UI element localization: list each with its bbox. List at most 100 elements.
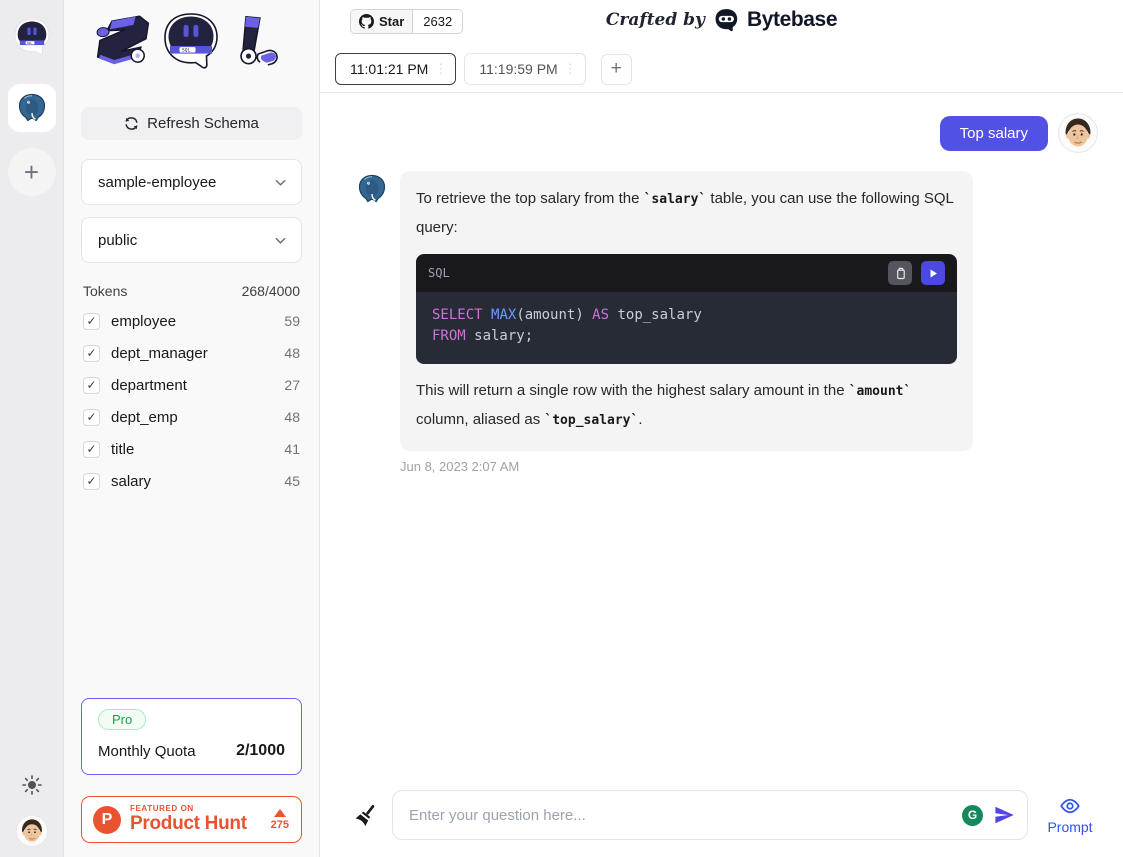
sql-code-block: SQL <box>416 254 957 364</box>
table-row-dept-emp: dept_emp 48 <box>81 401 302 433</box>
featured-on-label: FEATURED ON <box>130 804 247 813</box>
copy-code-button[interactable] <box>888 261 912 285</box>
question-input[interactable] <box>392 790 1028 840</box>
table-checkbox[interactable] <box>83 377 100 394</box>
code-language-label: SQL <box>428 259 450 287</box>
code-block-header: SQL <box>416 254 957 292</box>
table-row-department: department 27 <box>81 369 302 401</box>
crafted-by-text: Crafted by <box>606 10 705 30</box>
database-select[interactable]: sample-employee <box>81 159 302 205</box>
schema-select-value: public <box>98 232 137 249</box>
table-checkbox[interactable] <box>83 473 100 490</box>
grammarly-icon[interactable]: G <box>962 805 983 826</box>
product-hunt-name: Product Hunt <box>130 813 247 835</box>
conversation-tabs: 11:01:21 PM 11:19:59 PM <box>320 44 1123 85</box>
table-checkbox[interactable] <box>83 409 100 426</box>
table-list: employee 59 dept_manager 48 department 2… <box>81 305 302 497</box>
question-input-wrap: G <box>392 790 1028 840</box>
tab-menu-icon[interactable] <box>564 61 577 77</box>
product-hunt-logo: P <box>93 806 121 834</box>
bytebase-logo-icon <box>713 7 739 33</box>
inline-code-top-salary: `top_salary` <box>544 413 638 428</box>
assistant-paragraph-2: This will return a single row with the h… <box>416 377 957 435</box>
table-token-count: 48 <box>284 345 300 361</box>
sqlchat-bot-icon[interactable]: SQL <box>13 18 51 56</box>
tab-menu-icon[interactable] <box>434 61 447 77</box>
chat-area[interactable]: Top salary <box>320 93 1123 857</box>
upvote-triangle-icon <box>274 809 286 817</box>
quota-value: 2/1000 <box>236 742 285 760</box>
chevron-down-icon <box>274 234 287 247</box>
crafted-by-brand[interactable]: Crafted by Bytebase <box>606 7 837 33</box>
tokens-header: Tokens 268/4000 <box>81 283 302 299</box>
table-token-count: 27 <box>284 377 300 393</box>
refresh-schema-button[interactable]: Refresh Schema <box>81 107 302 140</box>
table-row-title: title 41 <box>81 433 302 465</box>
chevron-down-icon <box>274 176 287 189</box>
table-name: dept_emp <box>111 409 178 426</box>
top-bar: Star 2632 Crafted by Bytebase <box>320 0 1123 44</box>
code-content: SELECT MAX(amount) AS top_salary FROM sa… <box>416 292 957 364</box>
assistant-message-row: To retrieve the top salary from the `sal… <box>356 171 1098 474</box>
play-icon <box>928 268 939 279</box>
bytebase-wordmark: Bytebase <box>747 8 837 32</box>
refresh-schema-label: Refresh Schema <box>147 115 259 132</box>
user-message-bubble: Top salary <box>940 116 1048 151</box>
user-avatar[interactable] <box>16 815 48 847</box>
product-hunt-badge[interactable]: P FEATURED ON Product Hunt 275 <box>81 796 302 843</box>
table-token-count: 48 <box>284 409 300 425</box>
upvote-count: 275 <box>271 809 289 831</box>
table-checkbox[interactable] <box>83 345 100 362</box>
logo-sql-label: SQL <box>182 48 191 54</box>
composer: G Prompt <box>320 790 1123 840</box>
postgresql-elephant-icon <box>16 92 48 124</box>
prompt-button[interactable]: Prompt <box>1042 795 1098 835</box>
eye-icon <box>1058 795 1082 817</box>
quota-card: Pro Monthly Quota 2/1000 <box>81 698 302 775</box>
clear-conversation-button[interactable] <box>352 800 380 830</box>
tokens-label: Tokens <box>83 283 127 299</box>
github-star-button[interactable]: Star 2632 <box>350 9 463 34</box>
database-select-value: sample-employee <box>98 174 216 191</box>
user-message-row: Top salary <box>356 113 1098 153</box>
connection-item-postgresql[interactable] <box>8 84 56 132</box>
star-label: Star <box>379 14 404 29</box>
send-icon <box>992 803 1016 827</box>
postgresql-assistant-avatar <box>356 173 388 205</box>
run-query-button[interactable] <box>921 261 945 285</box>
table-row-employee: employee 59 <box>81 305 302 337</box>
tab-conversation-2[interactable]: 11:19:59 PM <box>464 53 585 85</box>
inline-code-amount: `amount` <box>849 384 912 399</box>
main-panel: Star 2632 Crafted by Bytebase 11:01:21 P… <box>320 0 1123 857</box>
table-row-salary: salary 45 <box>81 465 302 497</box>
tab-label: 11:01:21 PM <box>350 61 428 77</box>
tab-label: 11:19:59 PM <box>479 61 557 77</box>
add-connection-button[interactable] <box>8 148 56 196</box>
sidebar: SQL Refresh Schema sample-employee <box>64 0 320 857</box>
broom-icon <box>353 801 379 829</box>
github-icon <box>359 14 374 29</box>
prompt-label: Prompt <box>1047 819 1092 835</box>
theme-toggle-sun-icon[interactable] <box>22 775 42 795</box>
table-token-count: 41 <box>284 441 300 457</box>
assistant-paragraph-1: To retrieve the top salary from the `sal… <box>416 185 957 242</box>
assistant-message-bubble: To retrieve the top salary from the `sal… <box>400 171 973 451</box>
new-conversation-button[interactable] <box>601 54 632 85</box>
table-name: employee <box>111 313 176 330</box>
table-name: department <box>111 377 187 394</box>
table-checkbox[interactable] <box>83 441 100 458</box>
connection-rail: SQL <box>0 0 64 857</box>
send-button[interactable] <box>992 803 1016 827</box>
table-name: dept_manager <box>111 345 208 362</box>
tab-conversation-1[interactable]: 11:01:21 PM <box>335 53 456 85</box>
user-avatar <box>1058 113 1098 153</box>
table-name: title <box>111 441 134 458</box>
tokens-count: 268/4000 <box>242 283 300 299</box>
sqlchat-logo: SQL <box>84 10 300 77</box>
table-checkbox[interactable] <box>83 313 100 330</box>
schema-select[interactable]: public <box>81 217 302 263</box>
inline-code-salary: `salary` <box>644 192 707 207</box>
quota-label: Monthly Quota <box>98 743 196 760</box>
svg-text:SQL: SQL <box>27 41 32 45</box>
table-name: salary <box>111 473 151 490</box>
